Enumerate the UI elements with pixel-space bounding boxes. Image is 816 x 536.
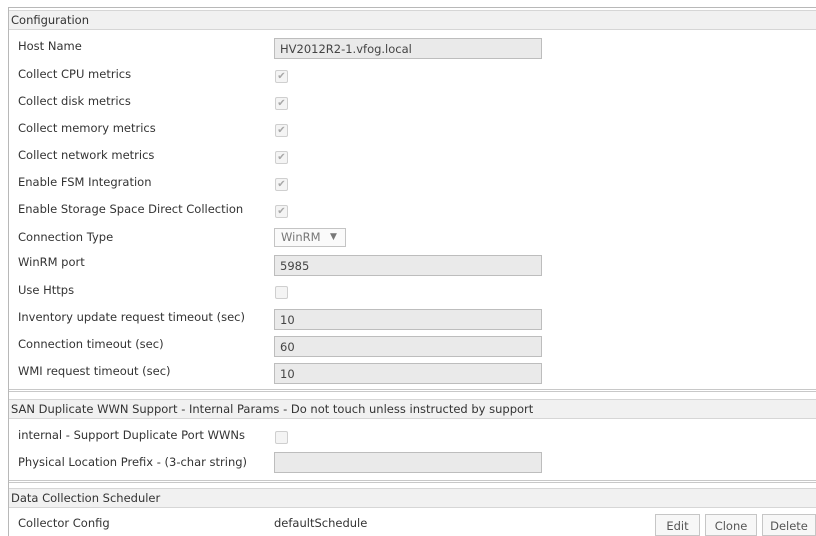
connection-type-value: WinRM: [281, 230, 321, 244]
inventory-timeout-label: Inventory update request timeout (sec): [18, 310, 245, 324]
delete-button[interactable]: Delete: [762, 514, 816, 536]
enable-fsm-checkbox[interactable]: ✔: [275, 178, 288, 191]
enable-fsm-label: Enable FSM Integration: [18, 175, 152, 189]
san-section-header: SAN Duplicate WWN Support - Internal Par…: [9, 399, 816, 419]
winrm-port-label: WinRM port: [18, 255, 85, 269]
scheduler-section-header: Data Collection Scheduler: [9, 488, 816, 508]
collect-memory-label: Collect memory metrics: [18, 121, 156, 135]
collect-disk-label: Collect disk metrics: [18, 94, 131, 108]
collect-network-label: Collect network metrics: [18, 148, 155, 162]
host-name-label: Host Name: [18, 39, 82, 53]
collect-memory-checkbox[interactable]: ✔: [275, 124, 288, 137]
wmi-timeout-label: WMI request timeout (sec): [18, 364, 171, 378]
section-divider: [9, 389, 816, 392]
enable-storage-checkbox[interactable]: ✔: [275, 205, 288, 218]
use-https-checkbox[interactable]: [275, 286, 288, 299]
collect-cpu-checkbox[interactable]: ✔: [275, 70, 288, 83]
collect-disk-checkbox[interactable]: ✔: [275, 97, 288, 110]
duplicate-wwn-checkbox[interactable]: [275, 431, 288, 444]
connection-type-label: Connection Type: [18, 230, 114, 244]
duplicate-wwn-label: internal - Support Duplicate Port WWNs: [18, 428, 245, 442]
inventory-timeout-field[interactable]: [274, 309, 542, 330]
collector-config-value: defaultSchedule: [274, 516, 368, 530]
connection-timeout-field[interactable]: [274, 336, 542, 357]
section-divider: [9, 480, 816, 483]
location-prefix-field[interactable]: [274, 452, 542, 473]
collect-cpu-label: Collect CPU metrics: [18, 67, 132, 81]
winrm-port-field[interactable]: [274, 255, 542, 276]
chevron-down-icon: ▼: [330, 232, 337, 242]
collect-network-checkbox[interactable]: ✔: [275, 151, 288, 164]
use-https-label: Use Https: [18, 283, 75, 297]
frame-top-border: [8, 7, 816, 8]
collector-config-label: Collector Config: [18, 516, 110, 530]
host-name-field[interactable]: [274, 38, 542, 59]
connection-timeout-label: Connection timeout (sec): [18, 337, 164, 351]
location-prefix-label: Physical Location Prefix - (3-char strin…: [18, 455, 248, 469]
frame-left-border: [8, 7, 9, 536]
edit-button[interactable]: Edit: [655, 514, 700, 536]
configuration-section-header: Configuration: [9, 10, 816, 30]
wmi-timeout-field[interactable]: [274, 363, 542, 384]
enable-storage-label: Enable Storage Space Direct Collection: [18, 202, 244, 216]
clone-button[interactable]: Clone: [705, 514, 757, 536]
connection-type-select[interactable]: WinRM ▼: [274, 228, 346, 247]
